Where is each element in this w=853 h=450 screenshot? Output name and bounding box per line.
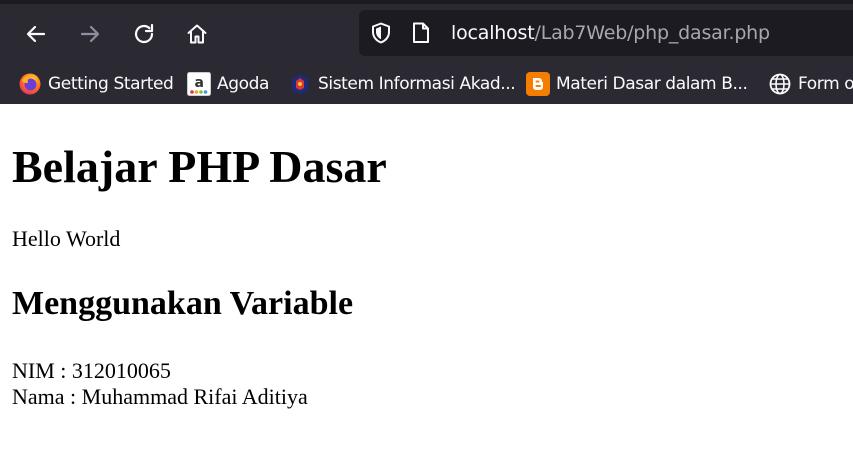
reload-button[interactable]: [126, 16, 162, 52]
bookmark-materi-dasar[interactable]: Materi Dasar dalam B...: [526, 70, 748, 98]
bookmark-label: Agoda: [217, 74, 270, 94]
shield-icon[interactable]: [369, 21, 393, 45]
bookmarks-toolbar: Getting Started a Agoda Sistem Informasi…: [0, 68, 853, 100]
home-icon: [187, 24, 207, 44]
forward-button[interactable]: [72, 16, 108, 52]
globe-icon: [768, 72, 792, 96]
back-button[interactable]: [18, 16, 54, 52]
url-host: localhost: [451, 22, 535, 44]
hello-text: Hello World: [12, 226, 121, 251]
arrow-left-icon: [26, 25, 46, 43]
address-bar[interactable]: localhost/Lab7Web/php_dasar.php: [359, 10, 853, 56]
bookmark-agoda[interactable]: a Agoda: [187, 70, 269, 98]
browser-toolbar: localhost/Lab7Web/php_dasar.php Getting …: [0, 0, 853, 104]
bookmark-getting-started[interactable]: Getting Started: [18, 70, 174, 98]
agoda-icon: a: [187, 72, 211, 96]
url-text[interactable]: localhost/Lab7Web/php_dasar.php: [451, 21, 770, 45]
blogger-icon: [526, 72, 550, 96]
reload-icon: [134, 23, 154, 44]
university-logo-icon: [288, 72, 312, 96]
nama-text: Nama : Muhammad Rifai Aditiya: [12, 384, 308, 409]
home-button[interactable]: [179, 16, 215, 52]
bookmark-label: Form o: [798, 74, 853, 94]
arrow-right-icon: [80, 25, 100, 43]
bookmark-label: Sistem Informasi Akad...: [318, 74, 516, 94]
svg-text:a: a: [194, 75, 203, 91]
page-title: Belajar PHP Dasar: [12, 141, 387, 192]
page-content: Belajar PHP Dasar Hello World Menggunaka…: [0, 104, 853, 450]
bookmark-sistem-informasi[interactable]: Sistem Informasi Akad...: [288, 70, 516, 98]
section-heading: Menggunakan Variable: [12, 285, 354, 322]
bookmark-label: Materi Dasar dalam B...: [556, 74, 748, 94]
bookmark-form[interactable]: Form o: [768, 70, 853, 98]
page-icon[interactable]: [411, 22, 431, 44]
url-path: /Lab7Web/php_dasar.php: [534, 22, 771, 44]
firefox-icon: [18, 72, 42, 96]
tab-strip-edge: [0, 0, 853, 4]
bookmark-label: Getting Started: [48, 74, 174, 94]
nim-text: NIM : 312010065: [12, 358, 171, 383]
